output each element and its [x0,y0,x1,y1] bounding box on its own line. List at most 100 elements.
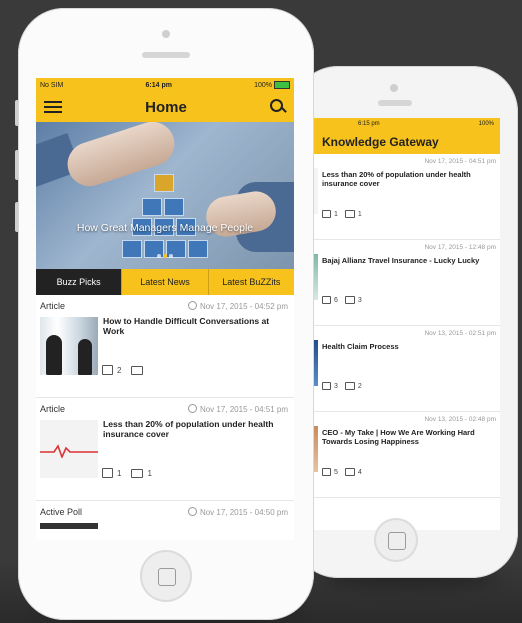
clock-icon [187,507,197,516]
item-title[interactable]: Less than 20% of population under health… [322,170,492,188]
clock-icon [187,404,197,413]
like-icon[interactable] [102,468,113,478]
silhouette-person [46,335,62,375]
like-icon[interactable] [102,365,113,375]
status-battery: 100% [254,81,272,89]
comment-count: 1 [357,210,362,218]
battery-icon [274,81,290,89]
item-thumbnail[interactable] [40,420,98,478]
item-thumbnail[interactable] [40,523,98,529]
item-meta: 1 1 [102,468,152,478]
comment-count: 4 [357,468,362,476]
carousel-dot-active[interactable] [163,254,167,258]
comment-count: 1 [147,468,152,478]
tab-latest-buzzits[interactable]: Latest BuZZits [207,269,294,295]
home-square-icon [158,568,176,586]
search-icon[interactable] [270,99,286,115]
list-item[interactable]: Nov 17, 2015 - 12:48 pm Bajaj Allianz Tr… [292,240,500,326]
item-date-group: Nov 17, 2015 - 04:51 pm [187,404,288,414]
item-meta: 3 2 [322,382,362,390]
status-bar: 6:15 pm 100% [292,118,500,130]
comment-icon[interactable] [131,365,144,375]
silhouette-person [78,339,92,375]
page-title: Home [145,98,187,116]
clock-icon [187,301,197,310]
status-battery-group: 100% [254,81,290,89]
item-date-group: Nov 17, 2015 - 04:50 pm [187,507,288,517]
knowledge-gateway-screen: 6:15 pm 100% Knowledge Gateway Nov 17, 2… [292,118,500,530]
carousel-dot[interactable] [169,254,173,258]
comment-count: 3 [357,296,362,304]
comment-count: 2 [357,382,362,390]
status-time: 6:15 pm [358,121,380,127]
page-title: Knowledge Gateway [322,135,439,149]
item-title[interactable]: Health Claim Process [322,342,492,351]
item-title[interactable]: Bajaj Allianz Travel Insurance - Lucky L… [322,256,492,265]
feed-item[interactable]: Article Nov 17, 2015 - 04:51 pm Less than… [36,398,294,501]
feed-item[interactable]: Active Poll Nov 17, 2015 - 04:50 pm [36,501,294,540]
item-meta: 5 4 [322,468,362,476]
list-item[interactable]: Nov 13, 2015 - 02:48 pm CEO - My Take | … [292,412,500,498]
status-bar: No SIM 6:14 pm 100% [36,78,294,92]
comment-icon[interactable] [344,210,355,218]
like-count: 3 [334,382,338,390]
tab-latest-news[interactable]: Latest News [121,269,208,295]
comment-icon[interactable] [344,296,355,304]
hero-banner[interactable]: How Great Managers Manage People [36,122,294,269]
list-item[interactable]: Nov 13, 2015 - 02:51 pm Health Claim Pro… [292,326,500,412]
carousel-dot[interactable] [157,254,161,258]
comment-icon[interactable] [344,468,355,476]
camera-icon [162,30,170,38]
speaker-grille [142,52,190,58]
like-count: 2 [117,365,122,375]
status-time: 6:14 pm [145,81,172,89]
home-screen: No SIM 6:14 pm 100% Home How Great Manag… [36,78,294,540]
status-carrier: No SIM [40,81,64,89]
speaker-grille [378,100,412,106]
item-date-group: Nov 17, 2015 - 04:52 pm [187,301,288,311]
item-date: Nov 17, 2015 - 04:51 pm [424,158,496,165]
comment-icon[interactable] [131,468,144,478]
item-thumbnail[interactable] [40,317,98,375]
feed-item[interactable]: Article Nov 17, 2015 - 04:52 pm How to Ha… [36,295,294,398]
like-count: 1 [334,210,338,218]
like-icon[interactable] [322,210,331,218]
item-category: Active Poll [40,507,83,517]
item-meta: 6 3 [322,296,362,304]
item-date: Nov 17, 2015 - 04:51 pm [199,405,288,414]
home-square-icon [388,532,406,550]
item-date: Nov 17, 2015 - 04:52 pm [199,302,288,311]
phone-back: 6:15 pm 100% Knowledge Gateway Nov 17, 2… [292,66,518,578]
home-button[interactable] [374,518,418,562]
comment-icon[interactable] [344,382,355,390]
like-count: 6 [334,296,338,304]
list-item[interactable]: Nov 17, 2015 - 04:51 pm Less than 20% of… [292,154,500,240]
item-title[interactable]: CEO - My Take | How We Are Working Hard … [322,428,492,446]
tab-buzz-picks[interactable]: Buzz Picks [36,269,122,295]
item-category: Article [40,404,66,414]
item-category: Article [40,301,66,311]
pyramid-block [142,198,162,216]
phone-front: No SIM 6:14 pm 100% Home How Great Manag… [18,8,314,620]
like-icon[interactable] [322,382,331,390]
item-date: Nov 13, 2015 - 02:51 pm [424,330,496,337]
pyramid-block [164,198,184,216]
app-header: Home [36,92,294,122]
carousel-dots[interactable] [36,245,294,263]
camera-icon [390,84,398,92]
tab-bar: Buzz Picks Latest News Latest BuZZits [36,269,294,295]
like-count: 5 [334,468,338,476]
item-meta: 1 1 [322,210,362,218]
hamburger-icon[interactable] [44,101,62,113]
item-date: Nov 13, 2015 - 02:48 pm [424,416,496,423]
like-icon[interactable] [322,296,331,304]
pyramid-block-top [154,174,174,192]
hero-caption: How Great Managers Manage People [76,222,254,234]
like-count: 1 [117,468,122,478]
app-header: Knowledge Gateway [292,130,500,154]
item-date: Nov 17, 2015 - 04:50 pm [199,508,288,517]
home-button[interactable] [140,550,192,602]
item-meta: 2 [102,365,147,375]
like-icon[interactable] [322,468,331,476]
status-battery: 100% [478,121,494,127]
